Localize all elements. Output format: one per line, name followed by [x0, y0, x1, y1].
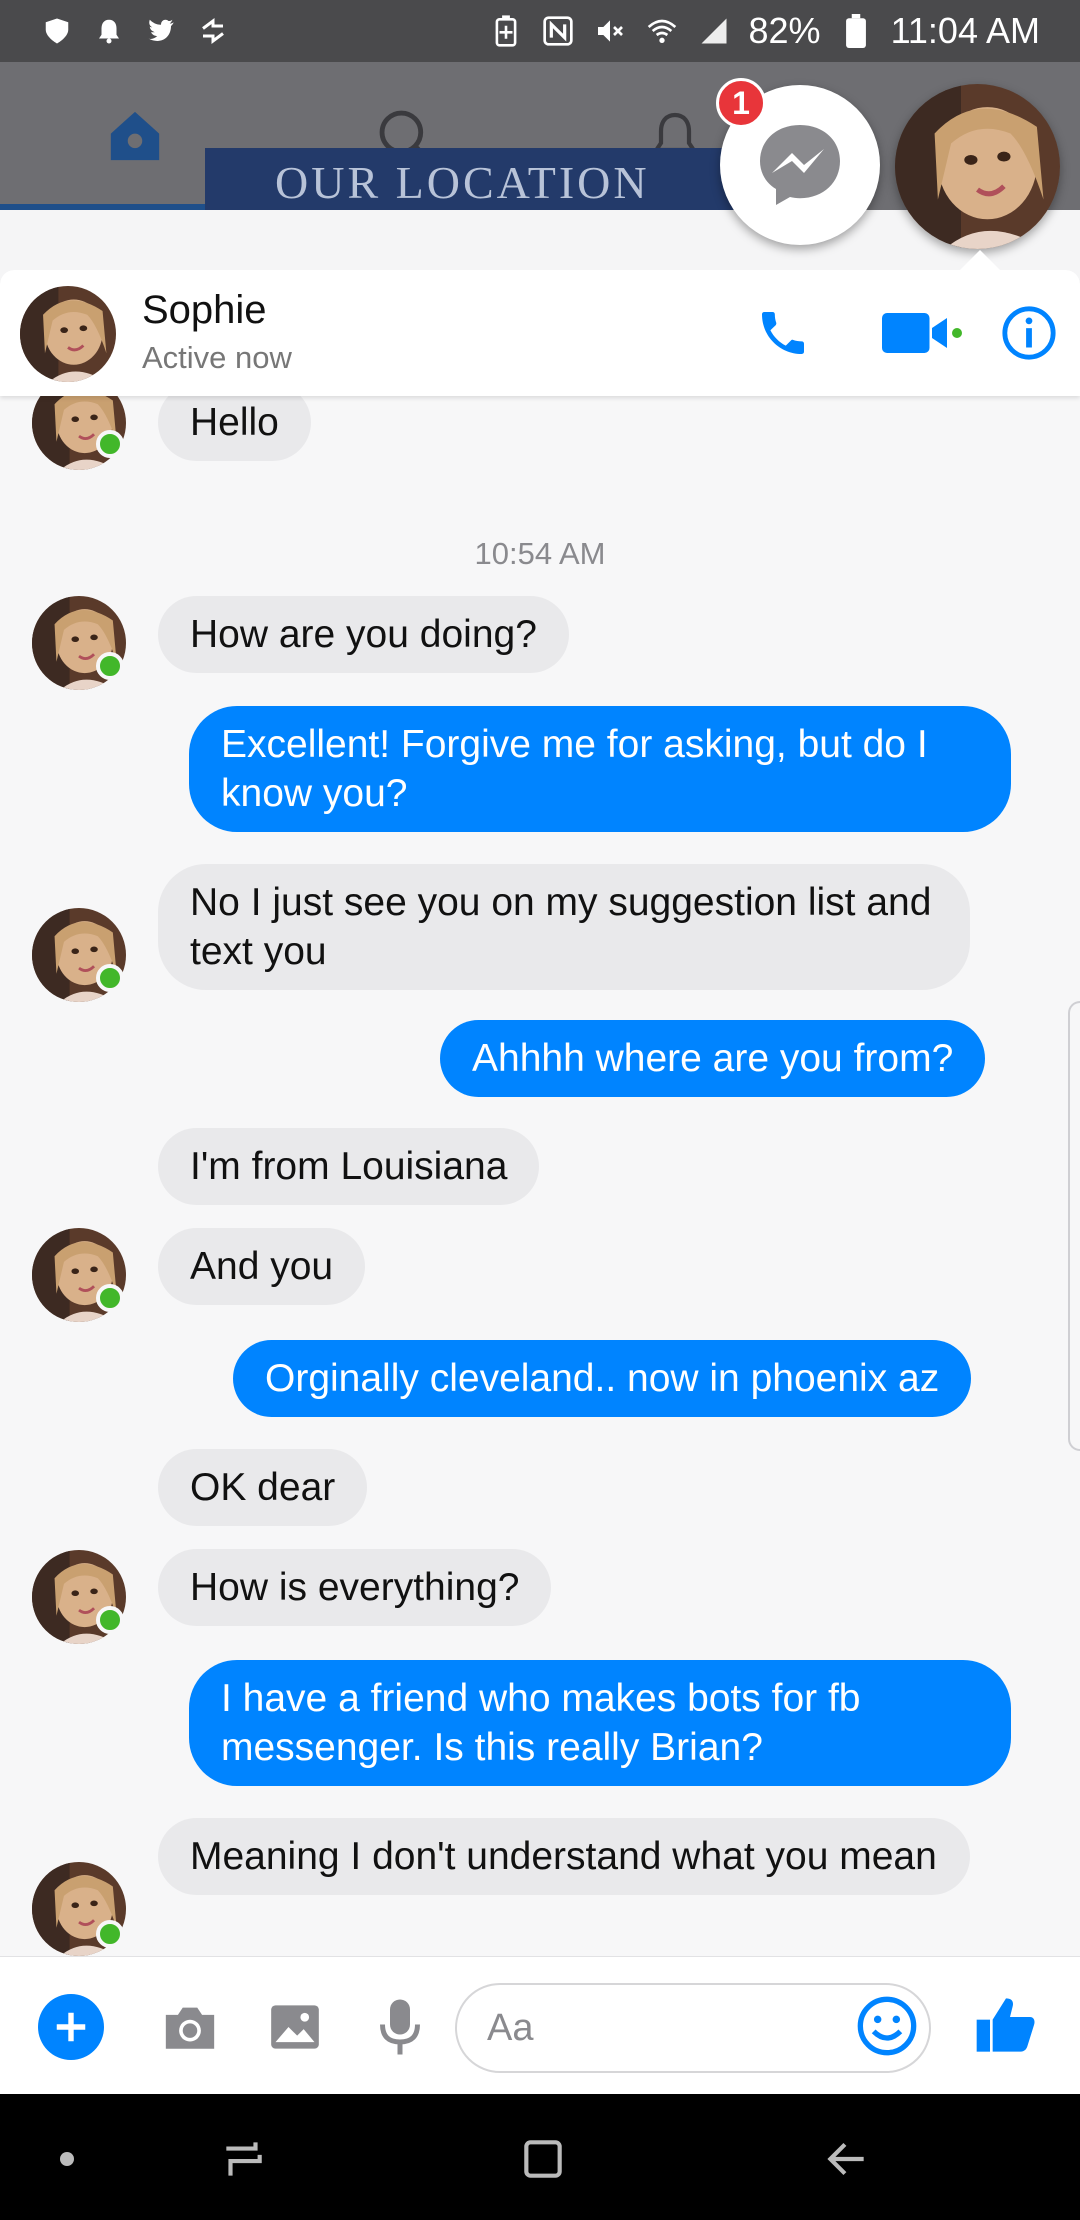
message-incoming[interactable]: I'm from Louisiana — [158, 1128, 540, 1205]
battery-icon — [839, 14, 873, 48]
home-button[interactable] — [508, 2124, 578, 2194]
voice-clip-button[interactable] — [360, 1987, 440, 2067]
notification-bell-icon — [92, 14, 126, 48]
camera-button[interactable] — [150, 1987, 230, 2067]
sync-icon — [196, 14, 230, 48]
image-icon — [271, 2005, 319, 2049]
message-incoming[interactable]: Hello — [158, 396, 311, 461]
recent-apps-button[interactable] — [208, 2124, 278, 2194]
online-indicator — [96, 964, 124, 992]
online-indicator — [96, 1606, 124, 1634]
like-button[interactable] — [966, 1985, 1046, 2065]
message-outgoing[interactable]: I have a friend who makes bots for fb me… — [189, 1660, 1011, 1786]
online-indicator — [96, 1284, 124, 1312]
home-square-icon — [524, 2140, 562, 2178]
chat-head-pointer — [958, 250, 1002, 272]
video-camera-icon — [882, 313, 962, 353]
video-call-button[interactable] — [882, 302, 962, 364]
message-list[interactable]: Hello 10:54 AM How are you doing? Excell… — [0, 396, 1080, 1956]
twitter-icon — [144, 14, 178, 48]
message-incoming[interactable]: How is everything? — [158, 1549, 552, 1626]
online-indicator — [96, 430, 124, 458]
phone-icon — [762, 312, 804, 354]
online-indicator — [96, 652, 124, 680]
thumbs-up-icon — [976, 1998, 1035, 2052]
battery-saver-icon — [489, 14, 523, 48]
home-icon — [110, 111, 160, 161]
message-outgoing[interactable]: Excellent! Forgive me for asking, but do… — [189, 706, 1011, 832]
more-actions-button[interactable] — [38, 1994, 104, 2060]
contact-name[interactable]: Sophie — [142, 288, 267, 333]
unread-badge: 1 — [716, 78, 766, 128]
battery-percent: 82% — [748, 10, 821, 51]
conversation-info-button[interactable] — [998, 302, 1060, 364]
camera-icon — [165, 2007, 215, 2049]
emoji-button[interactable] — [855, 1994, 919, 2058]
microphone-icon — [380, 1999, 420, 2055]
sophie-chat-head[interactable] — [895, 84, 1060, 249]
nfc-icon — [541, 14, 575, 48]
scroll-edge-indicator — [1068, 1001, 1080, 1451]
avatar[interactable] — [20, 286, 116, 382]
voice-call-button[interactable] — [752, 302, 814, 364]
messenger-icon — [760, 125, 840, 205]
chat-header: Sophie Active now — [0, 270, 1080, 396]
message-incoming[interactable]: And you — [158, 1228, 366, 1305]
message-outgoing[interactable]: Orginally cleveland.. now in phoenix az — [233, 1340, 972, 1417]
message-incoming[interactable]: OK dear — [158, 1449, 368, 1526]
status-bar: 82% 11:04 AM — [0, 0, 1080, 62]
info-icon — [1002, 306, 1056, 360]
mute-icon — [593, 14, 627, 48]
online-indicator — [96, 1920, 124, 1948]
message-incoming[interactable]: How are you doing? — [158, 596, 569, 673]
clock: 11:04 AM — [890, 10, 1040, 51]
message-incoming[interactable]: Meaning I don't understand what you mean — [158, 1818, 970, 1895]
message-incoming[interactable]: No I just see you on my suggestion list … — [158, 864, 970, 990]
wifi-icon — [645, 14, 679, 48]
signal-icon — [697, 14, 731, 48]
back-button[interactable] — [812, 2124, 882, 2194]
location-banner: OUR LOCATION — [205, 148, 745, 210]
recents-icon — [226, 2142, 262, 2176]
presence-status: Active now — [142, 340, 292, 375]
plus-icon — [56, 2012, 86, 2042]
nav-dot — [32, 2124, 102, 2194]
message-composer: Aa — [0, 1956, 1080, 2095]
back-arrow-icon — [827, 2142, 864, 2176]
shield-icon — [40, 14, 74, 48]
gallery-button[interactable] — [255, 1987, 335, 2067]
system-navigation-bar — [0, 2094, 1080, 2220]
message-timestamp: 10:54 AM — [474, 536, 606, 571]
smiley-icon — [857, 1996, 917, 2056]
message-outgoing[interactable]: Ahhhh where are you from? — [440, 1020, 986, 1097]
messenger-chat-panel: Sophie Active now Hello 10:54 AM How are… — [0, 270, 1080, 2095]
